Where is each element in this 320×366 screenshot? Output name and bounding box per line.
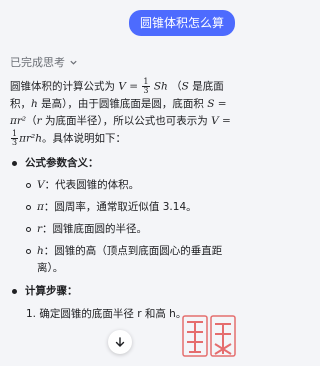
param-text: ：圆锥底面圆的半径。 — [42, 223, 148, 235]
intro-text-2: （ — [171, 80, 182, 93]
intro-text-4: 是高），由于圆锥底面是圆，底面积 — [37, 97, 204, 110]
param-text: ：代表圆锥的体积。 — [44, 179, 140, 191]
formula2-lhs: V = — [211, 114, 231, 127]
list-item: V：代表圆锥的体积。 — [26, 177, 236, 194]
intro-text-5: （ — [26, 114, 37, 127]
formula2-rhs: πr²h — [19, 132, 42, 144]
bullet-dot — [12, 289, 17, 294]
section-title-parameters: 公式参数含义： — [25, 157, 99, 169]
section-steps: 计算步骤： — [10, 283, 236, 300]
formula-rhs: Sh — [153, 80, 168, 93]
bullet-circle — [26, 205, 31, 210]
fraction-one-third-2: 1 3 — [11, 129, 19, 147]
intro-text-7: 。具体说明如下： — [42, 132, 126, 144]
scroll-down-button[interactable] — [108, 330, 132, 354]
list-item: π：圆周率，通常取近似值 3.14。 — [26, 199, 236, 216]
param-symbol: V — [37, 179, 45, 191]
fraction-one-third: 1 3 — [142, 78, 150, 95]
list-item: r：圆锥底面圆的半径。 — [26, 221, 236, 238]
bullet-circle — [26, 249, 31, 254]
intro-text-1: 圆锥体积的计算公式为 — [10, 80, 115, 93]
thinking-toggle[interactable]: 已完成思考 — [10, 54, 78, 70]
user-message-bubble: 圆锥体积怎么算 — [128, 10, 235, 36]
fraction-denominator: 3 — [143, 86, 149, 95]
bullet-dot — [12, 161, 17, 166]
watermark-logo — [181, 312, 239, 362]
formula-lhs: V = — [118, 80, 139, 93]
section-parameters: 公式参数含义： — [10, 155, 236, 172]
bullet-circle — [26, 227, 31, 232]
intro-text-6: 为底面半径），所以公式也可表示为 — [41, 114, 208, 127]
param-text: ：圆周率，通常取近似值 3.14。 — [43, 201, 197, 213]
thinking-label: 已完成思考 — [10, 56, 65, 69]
arrow-down-icon — [114, 333, 126, 352]
symbol-h: h — [31, 97, 38, 110]
param-text: ：圆锥的高（顶点到底面圆心的垂直距离）。 — [37, 245, 223, 274]
chevron-down-icon — [69, 58, 78, 67]
answer-content: 圆锥体积的计算公式为 V = 1 3 Sh （S 是底面积，h 是高），由于圆锥… — [10, 78, 236, 323]
bullet-circle — [26, 183, 31, 188]
symbol-s: S — [181, 80, 189, 93]
intro-paragraph: 圆锥体积的计算公式为 V = 1 3 Sh （S 是底面积，h 是高），由于圆锥… — [10, 78, 236, 147]
fraction-denominator-2: 3 — [12, 137, 18, 147]
param-symbol: π — [37, 201, 44, 213]
param-symbol: h — [37, 245, 44, 257]
list-item: h：圆锥的高（顶点到底面圆心的垂直距离）。 — [26, 243, 236, 277]
section-title-steps: 计算步骤： — [25, 285, 78, 297]
